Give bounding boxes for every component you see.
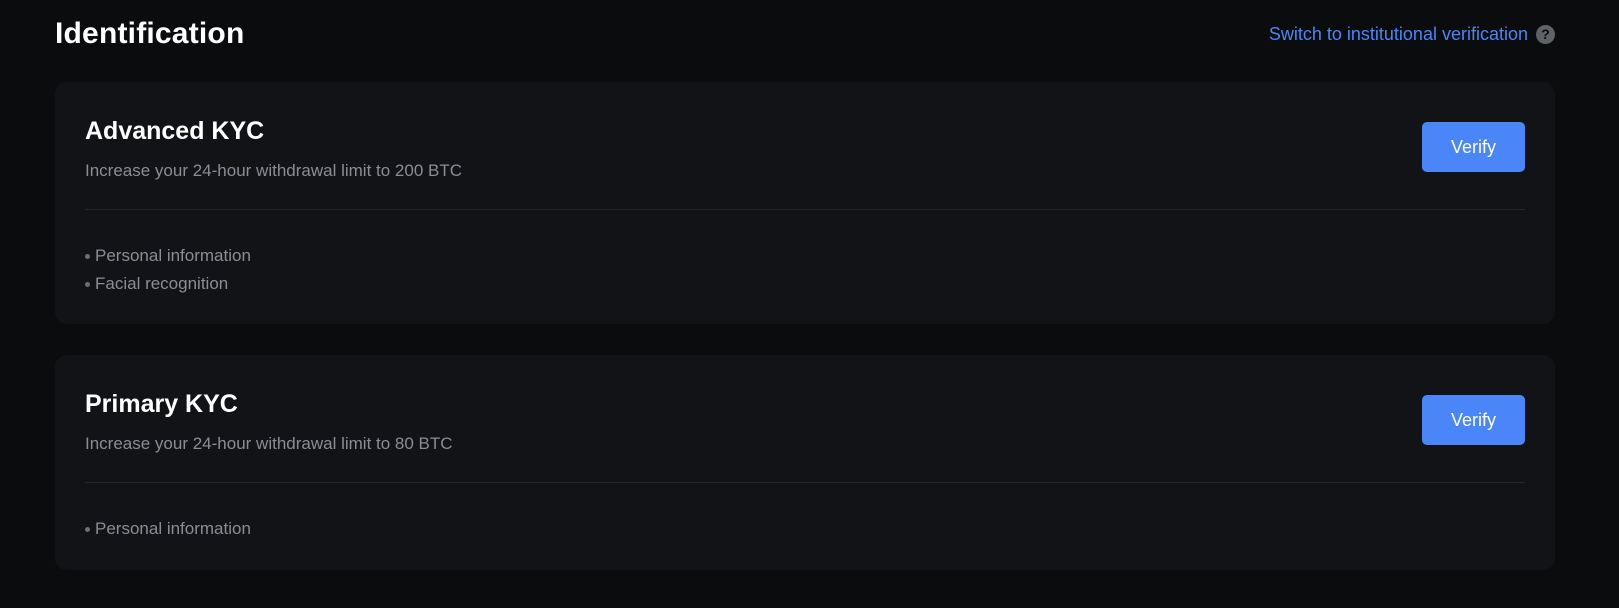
requirements-list: Personal information Facial recognition (85, 242, 251, 298)
primary-kyc-card: Primary KYC Increase your 24-hour withdr… (55, 355, 1555, 570)
requirements-list: Personal information (85, 515, 251, 543)
card-subtitle: Increase your 24-hour withdrawal limit t… (85, 161, 462, 180)
card-header: Primary KYC Increase your 24-hour withdr… (85, 355, 1525, 482)
verify-button[interactable]: Verify (1422, 395, 1525, 445)
bullet-icon (85, 526, 90, 532)
card-divider (85, 209, 1525, 210)
card-title: Advanced KYC (85, 117, 265, 145)
requirement-label: Personal information (95, 246, 251, 265)
verify-button[interactable]: Verify (1422, 122, 1525, 172)
identification-page: Identification Switch to institutional v… (0, 0, 1619, 608)
switch-link-label: Switch to institutional verification (1268, 23, 1528, 44)
card-header: Advanced KYC Increase your 24-hour withd… (85, 82, 1525, 209)
card-divider (85, 482, 1525, 483)
switch-to-institutional-link[interactable]: Switch to institutional verification ? (1269, 24, 1555, 45)
requirement-label: Personal information (95, 519, 251, 538)
card-subtitle: Increase your 24-hour withdrawal limit t… (85, 434, 453, 453)
requirement-label: Facial recognition (95, 274, 229, 293)
page-header: Identification Switch to institutional v… (55, 14, 1555, 54)
page-title: Identification (55, 17, 245, 50)
list-item: Facial recognition (85, 270, 251, 298)
question-circle-icon[interactable]: ? (1536, 24, 1555, 44)
bullet-icon (85, 281, 90, 287)
card-title: Primary KYC (85, 390, 238, 418)
bullet-icon (85, 253, 90, 259)
advanced-kyc-card: Advanced KYC Increase your 24-hour withd… (55, 82, 1555, 324)
list-item: Personal information (85, 515, 251, 543)
list-item: Personal information (85, 242, 251, 270)
